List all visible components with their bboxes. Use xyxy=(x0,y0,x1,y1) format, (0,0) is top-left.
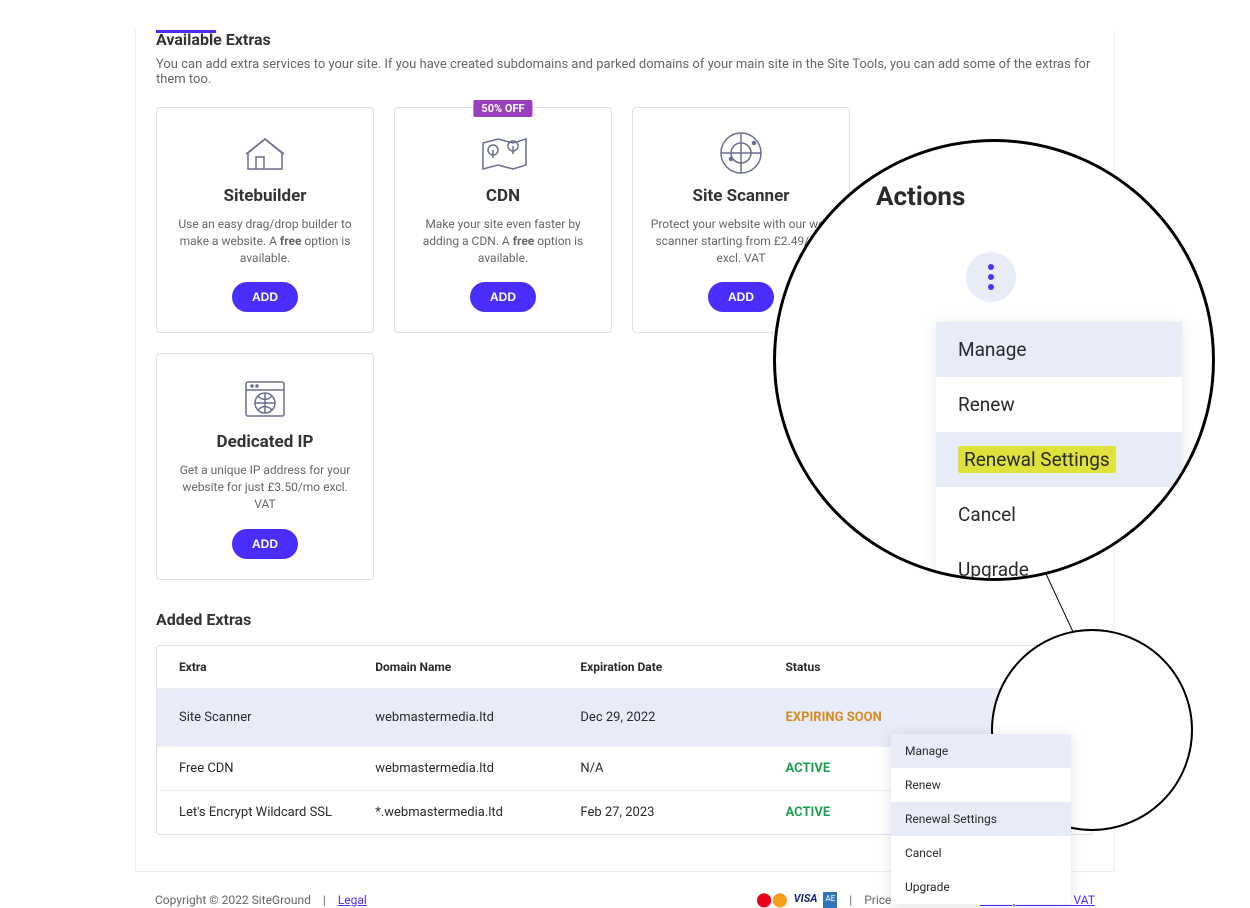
discount-badge: 50% OFF xyxy=(473,100,532,117)
menu-upgrade[interactable]: Upgrade xyxy=(891,870,1071,904)
cell-extra: Let's Encrypt Wildcard SSL xyxy=(179,805,375,820)
card-desc: Use an easy drag/drop builder to make a … xyxy=(169,216,361,266)
card-title: Sitebuilder xyxy=(169,186,361,206)
cell-extra: Free CDN xyxy=(179,761,375,776)
col-exp: Expiration Date xyxy=(580,660,785,674)
globe-window-icon xyxy=(169,374,361,424)
zoom-dots-button[interactable] xyxy=(966,252,1016,302)
amex-icon: AE xyxy=(823,892,837,908)
cell-status: EXPIRING SOON xyxy=(786,710,982,725)
cell-domain: *.webmastermedia.ltd xyxy=(375,805,580,820)
card-title: CDN xyxy=(407,186,599,206)
legal-link[interactable]: Legal xyxy=(338,893,367,907)
payment-icons: ⬤⬤ VISA AE xyxy=(756,892,837,908)
zoom-title: Actions xyxy=(876,182,1182,212)
cell-domain: webmastermedia.ltd xyxy=(375,710,580,725)
radar-icon xyxy=(645,128,837,178)
menu-manage[interactable]: Manage xyxy=(891,734,1071,768)
zoom-menu-renew[interactable]: Renew xyxy=(936,377,1182,432)
col-domain: Domain Name xyxy=(375,660,580,674)
add-button[interactable]: ADD xyxy=(232,282,298,312)
menu-renew[interactable]: Renew xyxy=(891,768,1071,802)
visa-icon: VISA xyxy=(794,892,818,908)
cell-exp: Feb 27, 2023 xyxy=(580,805,785,820)
map-pin-icon xyxy=(407,128,599,178)
added-extras-table: Extra Domain Name Expiration Date Status… xyxy=(156,645,1094,835)
dots-icon xyxy=(988,264,994,290)
copyright-text: Copyright © 2022 SiteGround xyxy=(155,893,311,907)
cell-exp: Dec 29, 2022 xyxy=(580,710,785,725)
zoom-menu-cancel[interactable]: Cancel xyxy=(936,487,1182,542)
add-button[interactable]: ADD xyxy=(232,529,298,559)
col-status: Status xyxy=(786,660,982,674)
pipe: | xyxy=(849,893,852,907)
zoom-dropdown: Manage Renew Renewal Settings Cancel Upg… xyxy=(936,322,1182,580)
card-title: Site Scanner xyxy=(645,186,837,206)
table-row: Site Scanner webmastermedia.ltd Dec 29, … xyxy=(157,689,1093,747)
actions-dropdown: Manage Renew Renewal Settings Cancel Upg… xyxy=(891,734,1071,904)
active-tab-indicator xyxy=(156,30,216,33)
cell-exp: N/A xyxy=(580,761,785,776)
card-sitebuilder: Sitebuilder Use an easy drag/drop builde… xyxy=(156,107,374,333)
pipe: | xyxy=(323,893,326,907)
add-button[interactable]: ADD xyxy=(470,282,536,312)
card-title: Dedicated IP xyxy=(169,432,361,452)
table-header: Extra Domain Name Expiration Date Status… xyxy=(157,646,1093,689)
section-subtitle: You can add extra services to your site.… xyxy=(156,57,1094,87)
add-button[interactable]: ADD xyxy=(708,282,774,312)
card-desc: Make your site even faster by adding a C… xyxy=(407,216,599,266)
card-dedicated-ip: Dedicated IP Get a unique IP address for… xyxy=(156,353,374,579)
menu-renewal-settings[interactable]: Renewal Settings xyxy=(891,802,1071,836)
zoom-annotation-large: Actions Manage Renew Renewal Settings Ca… xyxy=(774,140,1214,580)
card-cdn: 50% OFF CDN Make your site even faster b… xyxy=(394,107,612,333)
zoom-menu-renewal-settings[interactable]: Renewal Settings xyxy=(936,432,1182,487)
section-title: Available Extras xyxy=(156,30,1094,49)
cell-domain: webmastermedia.ltd xyxy=(375,761,580,776)
house-icon xyxy=(169,128,361,178)
added-extras-title: Added Extras xyxy=(156,610,1094,629)
col-extra: Extra xyxy=(179,660,375,674)
zoom-menu-manage[interactable]: Manage xyxy=(936,322,1182,377)
mastercard-icon: ⬤ xyxy=(756,892,772,908)
card-desc: Get a unique IP address for your website… xyxy=(169,462,361,512)
cell-extra: Site Scanner xyxy=(179,710,375,725)
